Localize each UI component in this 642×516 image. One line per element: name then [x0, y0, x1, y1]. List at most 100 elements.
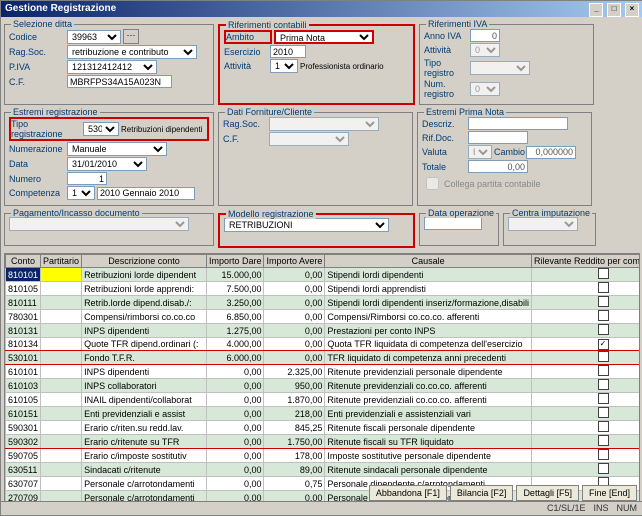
cell[interactable]: 0,75: [264, 477, 325, 491]
piva-select[interactable]: 121312412412: [67, 60, 157, 74]
table-row[interactable]: 810101Retribuzioni lorde dipendent15.000…: [6, 268, 641, 282]
cell[interactable]: 0,00: [206, 435, 264, 449]
cell[interactable]: 1.870,00: [264, 393, 325, 407]
numeraz-select[interactable]: Manuale: [67, 142, 167, 156]
cell[interactable]: [41, 393, 82, 407]
cell[interactable]: 6.850,00: [206, 310, 264, 324]
cell[interactable]: Ritenute sindacali personale dipendente: [325, 463, 532, 477]
table-row[interactable]: 610101INPS dipendenti0,002.325,00Ritenut…: [6, 365, 641, 379]
cell[interactable]: 15.000,00: [206, 268, 264, 282]
cell[interactable]: 780301: [6, 310, 41, 324]
cell[interactable]: [41, 296, 82, 310]
cell[interactable]: INPS dipendenti: [82, 365, 207, 379]
cell[interactable]: 0,00: [264, 282, 325, 296]
lookup-icon[interactable]: ⋯: [123, 29, 139, 44]
cell[interactable]: Ritenute previdenziali co.co.co. afferen…: [325, 379, 532, 393]
table-row[interactable]: 630511Sindacati c/ritenute0,0089,00Riten…: [6, 463, 641, 477]
cell[interactable]: Compensi/Rimborsi co.co.co. afferenti: [325, 310, 532, 324]
table-row[interactable]: 810105Retribuzioni lorde apprendi:7.500,…: [6, 282, 641, 296]
check-icon[interactable]: [598, 310, 609, 321]
table-row[interactable]: 530101Fondo T.F.R.6.000,000,00TFR liquid…: [6, 351, 641, 365]
cell[interactable]: 810105: [6, 282, 41, 296]
cell[interactable]: 610105: [6, 393, 41, 407]
cell[interactable]: Enti previdenziali e assist: [82, 407, 207, 421]
cell[interactable]: 1.750,00: [264, 435, 325, 449]
cell[interactable]: 0,00: [264, 338, 325, 351]
cell[interactable]: 0,00: [206, 463, 264, 477]
attivita-select[interactable]: 1: [270, 59, 298, 73]
table-row[interactable]: 810134Quote TFR dipend.ordinari (:4.000,…: [6, 338, 641, 351]
ragsoc-select[interactable]: retribuzione e contributo: [67, 45, 197, 59]
cell[interactable]: TFR liquidato di competenza anni precede…: [325, 351, 532, 365]
cell[interactable]: Quota TFR liquidata di competenza dell'e…: [325, 338, 532, 351]
check-icon[interactable]: [598, 365, 609, 376]
cell[interactable]: [41, 421, 82, 435]
check-icon[interactable]: [598, 449, 609, 460]
cell[interactable]: 810131: [6, 324, 41, 338]
check-icon[interactable]: [598, 282, 609, 293]
ambito-select[interactable]: Prima Nota: [274, 30, 374, 44]
bilancia-button[interactable]: Bilancia [F2]: [450, 485, 514, 501]
cell[interactable]: 0,00: [264, 310, 325, 324]
check-icon[interactable]: [598, 393, 609, 404]
numero-input[interactable]: [67, 172, 107, 185]
check-icon[interactable]: [598, 324, 609, 335]
cell[interactable]: Quote TFR dipend.ordinari (:: [82, 338, 207, 351]
cell[interactable]: Imposte sostitutive personale dipendente: [325, 449, 532, 463]
cell[interactable]: 610103: [6, 379, 41, 393]
table-row[interactable]: 810131 INPS dipendenti1.275,000,00Prestaz…: [6, 324, 641, 338]
cell[interactable]: 89,00: [264, 463, 325, 477]
cell[interactable]: 630707: [6, 477, 41, 491]
table-row[interactable]: 780301Compensi/rimborsi co.co.co6.850,00…: [6, 310, 641, 324]
cell[interactable]: INPS dipendenti: [82, 324, 207, 338]
cell[interactable]: 845,25: [264, 421, 325, 435]
cell[interactable]: 6.000,00: [206, 351, 264, 365]
restore-icon[interactable]: □: [607, 3, 621, 17]
cell[interactable]: 0,00: [206, 421, 264, 435]
cell[interactable]: 610101: [6, 365, 41, 379]
cell[interactable]: 0,00: [264, 324, 325, 338]
close-icon[interactable]: ×: [625, 3, 639, 17]
comp2-input[interactable]: [97, 187, 195, 200]
cell[interactable]: Fondo T.F.R.: [82, 351, 207, 365]
modello-select[interactable]: RETRIBUZIONI: [224, 218, 389, 232]
cell[interactable]: 610151: [6, 407, 41, 421]
cell[interactable]: Retribuzioni lorde dipendent: [82, 268, 207, 282]
table-row[interactable]: 590301Erario c/riten.su redd.lav.0,00845…: [6, 421, 641, 435]
check-icon[interactable]: [598, 463, 609, 474]
cell[interactable]: [41, 365, 82, 379]
check-icon[interactable]: [598, 421, 609, 432]
cell[interactable]: 178,00: [264, 449, 325, 463]
cell[interactable]: 590705: [6, 449, 41, 463]
cell[interactable]: 1.275,00: [206, 324, 264, 338]
cell[interactable]: [41, 449, 82, 463]
data-select[interactable]: 31/01/2010: [67, 157, 147, 171]
cell[interactable]: [41, 463, 82, 477]
cell[interactable]: 0,00: [206, 379, 264, 393]
cell[interactable]: Stipendi lordi apprendisti: [325, 282, 532, 296]
table-row[interactable]: 590705Erario c/imposte sostitutiv0,00178…: [6, 449, 641, 463]
cell[interactable]: Prestazioni per conto INPS: [325, 324, 532, 338]
cell[interactable]: Ritenute fiscali su TFR liquidato: [325, 435, 532, 449]
dettagli-button[interactable]: Dettagli [F5]: [516, 485, 579, 501]
cell[interactable]: 0,00: [264, 296, 325, 310]
cell[interactable]: 0,00: [206, 477, 264, 491]
cell[interactable]: Erario c/ritenute su TFR: [82, 435, 207, 449]
col-header[interactable]: Importo Avere: [264, 255, 325, 268]
cell[interactable]: [41, 310, 82, 324]
cell[interactable]: [41, 407, 82, 421]
cell[interactable]: [41, 477, 82, 491]
col-header[interactable]: Causale: [325, 255, 532, 268]
cell[interactable]: 2.325,00: [264, 365, 325, 379]
col-header[interactable]: Importo Dare: [206, 255, 264, 268]
check-icon[interactable]: [598, 351, 609, 362]
col-header[interactable]: Descrizione conto: [82, 255, 207, 268]
cell[interactable]: [41, 379, 82, 393]
cell[interactable]: Ritenute previdenziali co.co.co. afferen…: [325, 393, 532, 407]
col-header[interactable]: Conto: [6, 255, 41, 268]
col-header[interactable]: Partitario: [41, 255, 82, 268]
cell[interactable]: INPS collaboratori: [82, 379, 207, 393]
cell[interactable]: 0,00: [206, 365, 264, 379]
cell[interactable]: 530101: [6, 351, 41, 365]
cell[interactable]: 0,00: [264, 268, 325, 282]
